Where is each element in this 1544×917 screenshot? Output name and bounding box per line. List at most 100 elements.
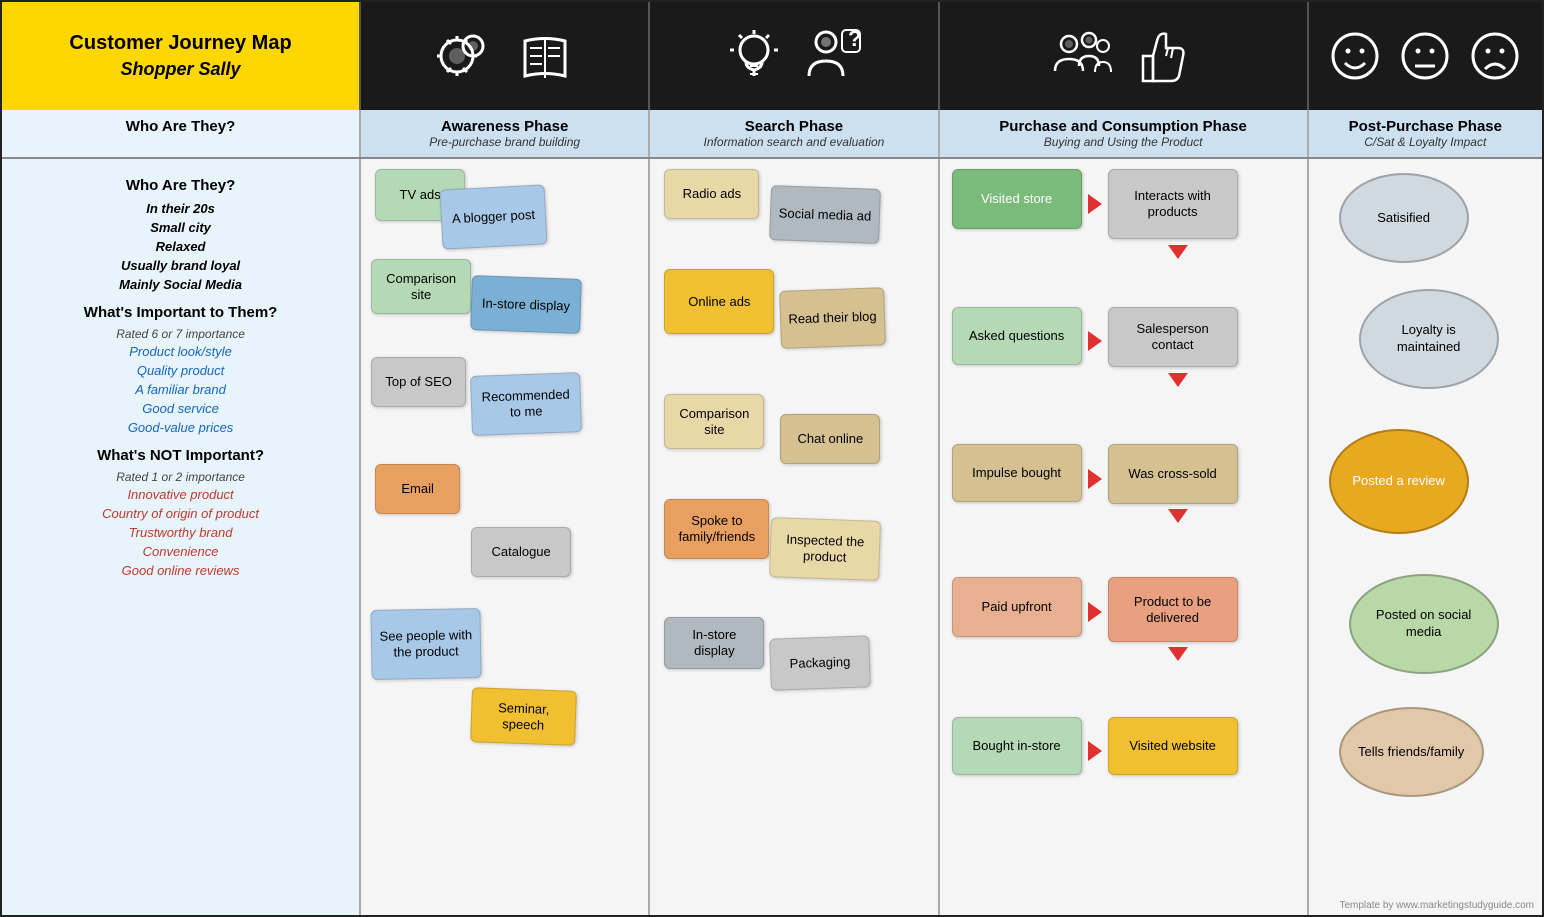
arrow-down-2 — [1168, 373, 1188, 387]
lightbulb-icon — [724, 26, 784, 86]
sad-face-icon — [1470, 31, 1520, 81]
posted-social-media-circle: Posted on social media — [1349, 574, 1499, 674]
email-sticky: Email — [375, 464, 460, 514]
purchase-icons — [940, 2, 1309, 110]
not-important-item-4: Convenience — [16, 542, 345, 561]
important-item-2: Quality product — [16, 361, 345, 380]
awareness-title: Awareness Phase — [373, 118, 636, 135]
arrow-down-1 — [1168, 245, 1188, 259]
map-subtitle: Shopper Sally — [121, 59, 241, 80]
arrow-down-3 — [1168, 509, 1188, 523]
comparison-site-search-sticky: Comparison site — [664, 394, 764, 449]
who-item-2: Small city — [16, 218, 345, 237]
awareness-panel: TV ads A blogger post Comparison site In… — [361, 159, 650, 915]
not-important-item-3: Trustworthy brand — [16, 523, 345, 542]
arrow-visited-store — [1088, 194, 1102, 214]
search-sub: Information search and evaluation — [662, 135, 925, 149]
impulse-bought-sticky: Impulse bought — [952, 444, 1082, 502]
map-title: Customer Journey Map — [69, 32, 291, 55]
recommended-sticky: Recommended to me — [470, 372, 582, 436]
loyalty-maintained-circle: Loyalty is maintained — [1359, 289, 1499, 389]
instore-display-search-sticky: In-store display — [664, 617, 764, 669]
catalogue-sticky: Catalogue — [471, 527, 571, 577]
blogger-post-sticky: A blogger post — [440, 184, 548, 249]
posted-review-circle: Posted a review — [1329, 429, 1469, 534]
postpurchase-header: Post-Purchase Phase C/Sat & Loyalty Impa… — [1309, 110, 1542, 157]
happy-face-icon — [1330, 31, 1380, 81]
not-important-item-2: Country of origin of product — [16, 504, 345, 523]
tells-friends-circle: Tells friends/family — [1339, 707, 1484, 797]
search-panel: Radio ads Social media ad Online ads Rea… — [650, 159, 939, 915]
packaging-sticky: Packaging — [769, 635, 871, 690]
who-item-1: In their 20s — [16, 199, 345, 218]
arrow-to-impulse — [1088, 469, 1102, 489]
main-content: Who Are They? In their 20s Small city Re… — [2, 159, 1542, 915]
page-container: Customer Journey Map Shopper Sally — [0, 0, 1544, 917]
purchase-title: Purchase and Consumption Phase — [952, 118, 1295, 135]
awareness-icons — [361, 2, 650, 110]
awareness-sub: Pre-purchase brand building — [373, 135, 636, 149]
postpurchase-sub: C/Sat & Loyalty Impact — [1321, 135, 1530, 149]
phase-headers: Who Are They? Awareness Phase Pre-purcha… — [2, 110, 1542, 159]
who-item-3: Relaxed — [16, 237, 345, 256]
search-header: Search Phase Information search and eval… — [650, 110, 939, 157]
who-item-5: Mainly Social Media — [16, 275, 345, 294]
important-item-1: Product look/style — [16, 342, 345, 361]
postpurchase-title: Post-Purchase Phase — [1321, 118, 1530, 135]
instore-display-awareness-sticky: In-store display — [470, 275, 582, 334]
important-item-5: Good-value prices — [16, 418, 345, 437]
purchase-header: Purchase and Consumption Phase Buying an… — [940, 110, 1309, 157]
social-media-ad-sticky: Social media ad — [769, 185, 881, 244]
book-icon — [515, 26, 575, 86]
bought-instore-sticky: Bought in-store — [952, 717, 1082, 775]
spoke-family-sticky: Spoke to family/friends — [664, 499, 769, 559]
not-important-item-1: Innovative product — [16, 485, 345, 504]
watermark-text: Template by www.marketingstudyguide.com — [1339, 900, 1534, 911]
salesperson-contact-sticky: Salesperson contact — [1108, 307, 1238, 367]
thumbsup-icon — [1133, 26, 1193, 86]
satisfied-circle: Satisified — [1339, 173, 1469, 263]
arrow-to-visited-website — [1088, 741, 1102, 761]
interacts-products-sticky: Interacts with products — [1108, 169, 1238, 239]
arrow-down-4 — [1168, 647, 1188, 661]
who-section-title: Who Are They? — [16, 177, 345, 194]
visited-website-sticky: Visited website — [1108, 717, 1238, 775]
who-title: Who Are They? — [14, 118, 347, 135]
brain-gear-icon — [435, 26, 495, 86]
person-question-icon: ? — [804, 26, 864, 86]
brand-header: Customer Journey Map Shopper Sally — [2, 2, 361, 110]
arrow-to-asked — [1088, 331, 1102, 351]
comparison-site-sticky: Comparison site — [371, 259, 471, 314]
radio-ads-sticky: Radio ads — [664, 169, 759, 219]
not-important-item-5: Good online reviews — [16, 561, 345, 580]
important-item-4: Good service — [16, 399, 345, 418]
read-blog-sticky: Read their blog — [779, 287, 886, 349]
postpurchase-panel: Satisified Loyalty is maintained Posted … — [1309, 159, 1542, 915]
was-crosssold-sticky: Was cross-sold — [1108, 444, 1238, 504]
online-ads-sticky: Online ads — [664, 269, 774, 334]
important-item-3: A familiar brand — [16, 380, 345, 399]
inspected-product-sticky: Inspected the product — [769, 517, 881, 581]
neutral-face-icon — [1400, 31, 1450, 81]
who-header: Who Are They? — [2, 110, 361, 157]
who-item-4: Usually brand loyal — [16, 256, 345, 275]
not-important-sub: Rated 1 or 2 importance — [16, 469, 345, 485]
purchase-sub: Buying and Using the Product — [952, 135, 1295, 149]
seminar-sticky: Seminar, speech — [470, 687, 577, 746]
important-sub: Rated 6 or 7 importance — [16, 326, 345, 342]
asked-questions-sticky: Asked questions — [952, 307, 1082, 365]
header-row: Customer Journey Map Shopper Sally — [2, 2, 1542, 110]
chat-online-sticky: Chat online — [780, 414, 880, 464]
paid-upfront-sticky: Paid upfront — [952, 577, 1082, 637]
product-delivered-sticky: Product to be delivered — [1108, 577, 1238, 642]
search-title: Search Phase — [662, 118, 925, 135]
important-section-title: What's Important to Them? — [16, 304, 345, 321]
visited-store-sticky: Visited store — [952, 169, 1082, 229]
not-important-section-title: What's NOT Important? — [16, 447, 345, 464]
group-icon — [1053, 26, 1113, 86]
purchase-panel: Visited store Interacts with products As… — [940, 159, 1309, 915]
awareness-header: Awareness Phase Pre-purchase brand build… — [361, 110, 650, 157]
postpurchase-icons — [1309, 2, 1542, 110]
search-icons: ? — [650, 2, 939, 110]
left-info-panel: Who Are They? In their 20s Small city Re… — [2, 159, 361, 915]
